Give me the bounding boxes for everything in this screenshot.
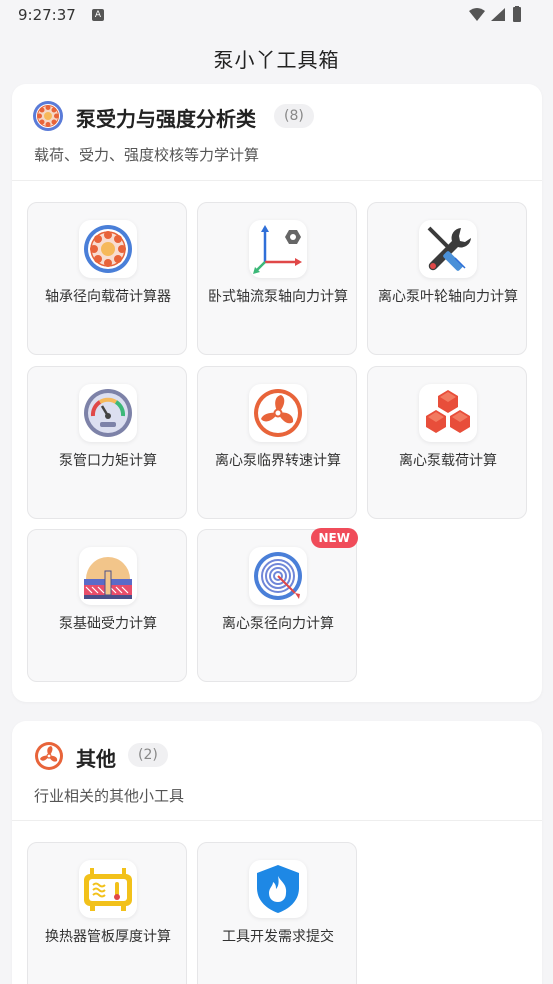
category-count: (8) (274, 104, 314, 128)
category-card-others: 其他 (2) 行业相关的其他小工具 换热器管板厚度计算 工具开发需求提交 (12, 721, 542, 984)
battery-icon (513, 7, 521, 22)
category-title: 其他 (76, 747, 116, 771)
category-description: 行业相关的其他小工具 (34, 787, 185, 805)
tool-nozzle-moment[interactable]: 泵管口力矩计算 (27, 366, 187, 519)
fan-category-icon (35, 742, 63, 770)
bearing-category-icon (33, 101, 63, 131)
cubes-icon (426, 390, 470, 433)
gauge-icon (84, 389, 132, 437)
wrench-screwdriver-icon (427, 226, 471, 271)
tool-label: 离心泵叶轮轴向力计算 (378, 289, 518, 305)
tool-label: 离心泵载荷计算 (399, 453, 497, 469)
tool-feature-request[interactable]: 工具开发需求提交 (197, 842, 357, 984)
tool-label: 泵基础受力计算 (59, 616, 157, 632)
category-header: 泵受力与强度分析类 (8) 载荷、受力、强度校核等力学计算 (12, 84, 542, 181)
fan-icon (254, 389, 302, 437)
tool-pump-load[interactable]: 离心泵载荷计算 (367, 366, 527, 519)
foundation-icon (84, 557, 132, 599)
new-badge: NEW (310, 528, 358, 548)
status-bar: 9:27:37 A (0, 0, 553, 30)
tool-radial-force[interactable]: 离心泵径向力计算 NEW (197, 528, 358, 682)
tool-tubesheet-thickness[interactable]: 换热器管板厚度计算 (27, 842, 187, 984)
tool-critical-speed[interactable]: 离心泵临界转速计算 (197, 366, 357, 519)
tool-label: 卧式轴流泵轴向力计算 (208, 289, 348, 305)
signal-icon (491, 8, 505, 21)
tool-label: 泵管口力矩计算 (59, 453, 157, 469)
notification-icon: A (92, 9, 104, 21)
category-title: 泵受力与强度分析类 (76, 107, 256, 131)
tool-bearing-radial-load[interactable]: 轴承径向载荷计算器 (27, 202, 187, 355)
category-card-force-analysis: 泵受力与强度分析类 (8) 载荷、受力、强度校核等力学计算 轴承径向载荷计算器 (12, 84, 542, 702)
heater-icon (84, 868, 132, 911)
status-time: 9:27:37 (18, 6, 76, 24)
tool-foundation-force[interactable]: 泵基础受力计算 (27, 529, 187, 682)
tool-label: 离心泵临界转速计算 (215, 453, 341, 469)
wifi-icon (469, 8, 485, 21)
axis-hexagon-icon (253, 225, 302, 274)
tool-label: 换热器管板厚度计算 (45, 929, 171, 945)
tool-impeller-axial-force[interactable]: 离心泵叶轮轴向力计算 (367, 202, 527, 355)
tool-axial-flow-pump-axial-force[interactable]: 卧式轴流泵轴向力计算 (197, 202, 357, 355)
category-count: (2) (128, 743, 168, 767)
tool-label: 离心泵径向力计算 (222, 616, 334, 632)
status-icons (469, 6, 521, 22)
tool-label: 轴承径向载荷计算器 (45, 289, 171, 305)
bearing-icon (84, 225, 132, 273)
shield-fire-icon (257, 865, 299, 913)
app-title: 泵小丫工具箱 (213, 48, 340, 72)
target-icon (254, 552, 302, 600)
category-description: 载荷、受力、强度校核等力学计算 (34, 146, 260, 164)
category-header: 其他 (2) 行业相关的其他小工具 (12, 721, 542, 821)
tool-label: 工具开发需求提交 (222, 929, 334, 945)
